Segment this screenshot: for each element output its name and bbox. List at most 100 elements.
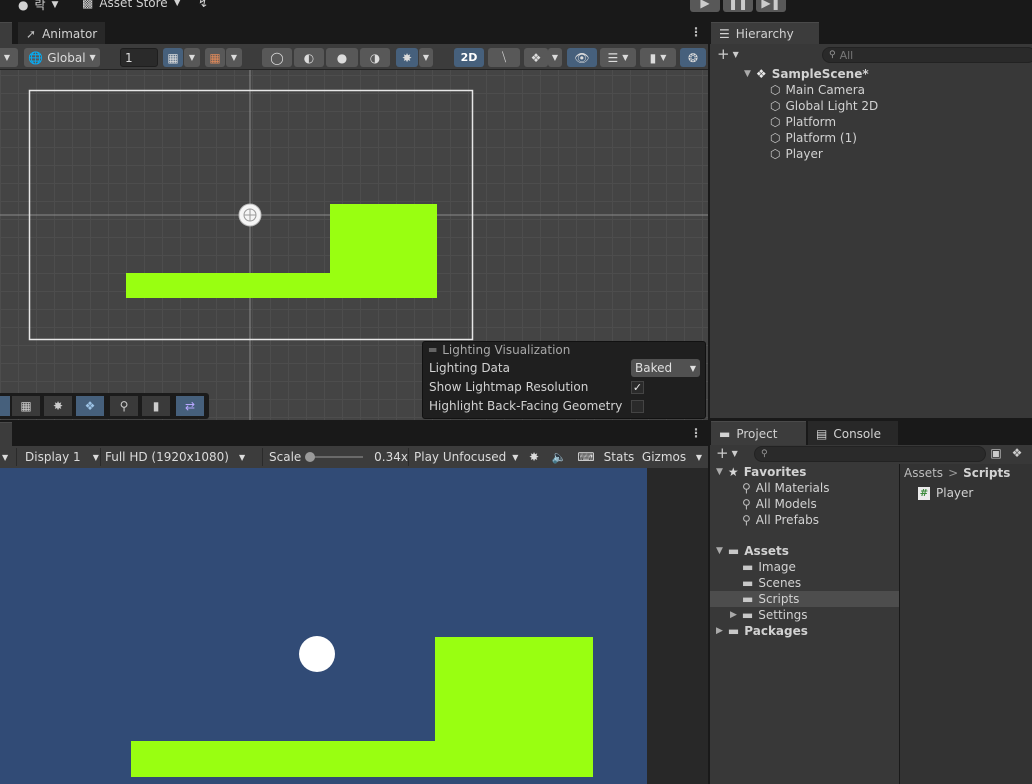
highlight-backfacing-label: Highlight Back-Facing Geometry (429, 399, 623, 413)
folder-scripts[interactable]: ▬ Scripts (710, 591, 899, 607)
lighting-data-dropdown[interactable]: Baked ▼ (631, 359, 700, 377)
breadcrumb-scripts[interactable]: Scripts (963, 466, 1010, 480)
hierarchy-search-input[interactable]: ⚲ All (822, 47, 1032, 63)
assets-folder[interactable]: ▼ ▬ Assets (710, 543, 899, 559)
layers-dropdown[interactable]: ☰ ▼ (600, 48, 636, 67)
scale-slider-track[interactable] (305, 452, 364, 462)
favorite-all-materials[interactable]: ⚲ All Materials (710, 480, 899, 496)
favorite-all-models[interactable]: ⚲ All Models (710, 496, 899, 512)
grid-snap-toggle[interactable]: ▦ (163, 48, 183, 67)
pivot-space-dropdown[interactable]: 🌐 Global ▼ (24, 48, 100, 67)
lighting-visualization-overlay: ═ Lighting Visualization Lighting Data B… (422, 341, 706, 419)
breadcrumb-assets[interactable]: Assets (904, 466, 943, 480)
panel-menu-icon[interactable]: ⋮ (690, 25, 702, 39)
account-menu[interactable]: ● 락 ▼ (18, 0, 58, 13)
unlit-button[interactable]: ◑ (360, 48, 390, 67)
panel-menu-icon[interactable]: ⋮ (690, 426, 702, 440)
search-by-type-button[interactable]: ▣ (988, 446, 1004, 462)
show-lightmap-checkbox[interactable]: ✓ (631, 381, 644, 394)
wireframe-shading-button[interactable]: ◯ (262, 48, 292, 67)
gameobject-cube-icon: ⬡ (770, 115, 781, 129)
scale-slider[interactable]: Scale 0.34x (262, 448, 408, 466)
hierarchy-item-platform-1[interactable]: ⬡ Platform (1) (770, 130, 857, 146)
shaded-button[interactable]: ● (326, 48, 358, 67)
hierarchy-item-label: Platform (785, 115, 837, 129)
increment-snap-toggle[interactable]: ▦ (205, 48, 225, 67)
scale-slider-thumb[interactable] (305, 452, 316, 462)
bug-icon: ✸ (528, 450, 540, 464)
gizmos-dropdown[interactable]: ▼ (692, 448, 706, 466)
debug-draw-dropdown[interactable]: ▼ (419, 48, 433, 67)
camera-settings-dropdown[interactable]: ▮ ▼ (640, 48, 676, 67)
hierarchy-item-platform[interactable]: ⬡ Platform (770, 114, 836, 130)
favorites-header[interactable]: ▼ ★ Favorites (710, 464, 899, 480)
shaded-wireframe-button[interactable]: ◐ (294, 48, 324, 67)
game-view[interactable] (0, 468, 708, 784)
effects-toggle[interactable]: ❖ (524, 48, 548, 67)
tab-hierarchy[interactable]: ☰ Hierarchy (711, 22, 819, 44)
packages-folder[interactable]: ▶ ▬ Packages (710, 623, 899, 639)
step-button[interactable]: ▶❚ (756, 0, 786, 12)
chevron-down-icon: ▼ (238, 452, 246, 462)
folder-settings[interactable]: ▶ ▬ Settings (710, 607, 899, 623)
scene-root-item[interactable]: ▼ ❖ SampleScene* (744, 66, 869, 82)
game-view-dropdown[interactable]: ▼ (2, 448, 8, 466)
grid-snap-dropdown[interactable]: ▼ (184, 48, 200, 67)
hierarchy-item-global-light-2d[interactable]: ⬡ Global Light 2D (770, 98, 878, 114)
mute-audio-toggle[interactable]: 🔈 (548, 448, 570, 466)
search-by-label-button[interactable]: ❖ (1008, 446, 1026, 462)
tab-scene[interactable] (0, 22, 12, 44)
plus-icon: + (717, 45, 730, 63)
effects-dropdown[interactable]: ▼ (548, 48, 562, 67)
tilemap-overlay-button[interactable]: ❖ (76, 396, 104, 416)
debug-toggle[interactable]: ✸ (522, 448, 546, 466)
stats-toggle[interactable]: Stats (601, 448, 637, 466)
folder-scenes[interactable]: ▬ Scenes (710, 575, 899, 591)
project-create-button[interactable]: + ▼ (716, 444, 738, 462)
animator-icon: ➚ (26, 26, 37, 41)
folder-icon: ▬ (742, 560, 754, 574)
favorite-all-prefabs[interactable]: ⚲ All Prefabs (710, 512, 899, 528)
asset-store-button[interactable]: ▩ Asset Store ▼ (82, 0, 181, 10)
unlit-sphere-icon: ◑ (369, 50, 381, 65)
toggle-2d-label: 2D (460, 51, 478, 64)
shuffle-overlay-button[interactable]: ⇄ (176, 396, 204, 416)
file-item-player[interactable]: # Player (918, 486, 973, 500)
hierarchy-item-main-camera[interactable]: ⬡ Main Camera (770, 82, 865, 98)
version-control-icon[interactable]: ↯ (198, 0, 208, 10)
gizmos-toggle[interactable]: Gizmos (638, 448, 690, 466)
search-overlay-button[interactable]: ⚲ (110, 396, 138, 416)
overlay-handle[interactable] (0, 396, 10, 416)
tab-console[interactable]: ▤ Console (808, 421, 898, 445)
increment-snap-dropdown[interactable]: ▼ (226, 48, 242, 67)
debug-overlay-button[interactable]: ✸ (44, 396, 72, 416)
resolution-label: Full HD (1920x1080) (105, 450, 229, 464)
search-icon: ⚲ (829, 50, 836, 60)
resolution-dropdown[interactable]: Full HD (1920x1080) ▼ (100, 448, 260, 466)
create-button[interactable]: + ▼ (717, 45, 739, 63)
lighting-visualization-header[interactable]: ═ Lighting Visualization (429, 343, 570, 357)
highlight-backfacing-checkbox[interactable] (631, 400, 644, 413)
play-mode-dropdown[interactable]: Play Unfocused ▼ (408, 448, 520, 466)
search-icon: ⚲ (742, 513, 751, 527)
toggle-2d-button[interactable]: 2D (454, 48, 484, 67)
tab-animator[interactable]: ➚ Animator (18, 22, 106, 44)
project-search-input[interactable]: ⚲ (754, 446, 986, 462)
scene-visibility-toggle[interactable]: 👁 (567, 48, 597, 67)
folder-image[interactable]: ▬ Image (710, 559, 899, 575)
gizmos-toggle[interactable]: ❂ (680, 48, 706, 67)
tool-dropdown[interactable]: ▼ (0, 48, 18, 67)
keyboard-shortcuts-toggle[interactable]: ⌨ (574, 448, 598, 466)
tab-game[interactable] (0, 422, 12, 446)
debug-draw-mode-button[interactable]: ✸ (396, 48, 418, 67)
lighting-toggle[interactable]: ⧹ (488, 48, 520, 67)
grid-snap-field[interactable]: 1 (120, 48, 158, 67)
display-dropdown[interactable]: Display 1 ▼ (16, 448, 100, 466)
play-button[interactable]: ▶ (690, 0, 720, 12)
gameobject-cube-icon: ⬡ (770, 99, 781, 113)
camera-overlay-button[interactable]: ▮ (142, 396, 170, 416)
tab-project[interactable]: ▬ Project (711, 421, 806, 445)
grid-overlay-button[interactable]: ▦ (12, 396, 40, 416)
pause-button[interactable]: ❚❚ (723, 0, 753, 12)
hierarchy-item-player[interactable]: ⬡ Player (770, 146, 823, 162)
